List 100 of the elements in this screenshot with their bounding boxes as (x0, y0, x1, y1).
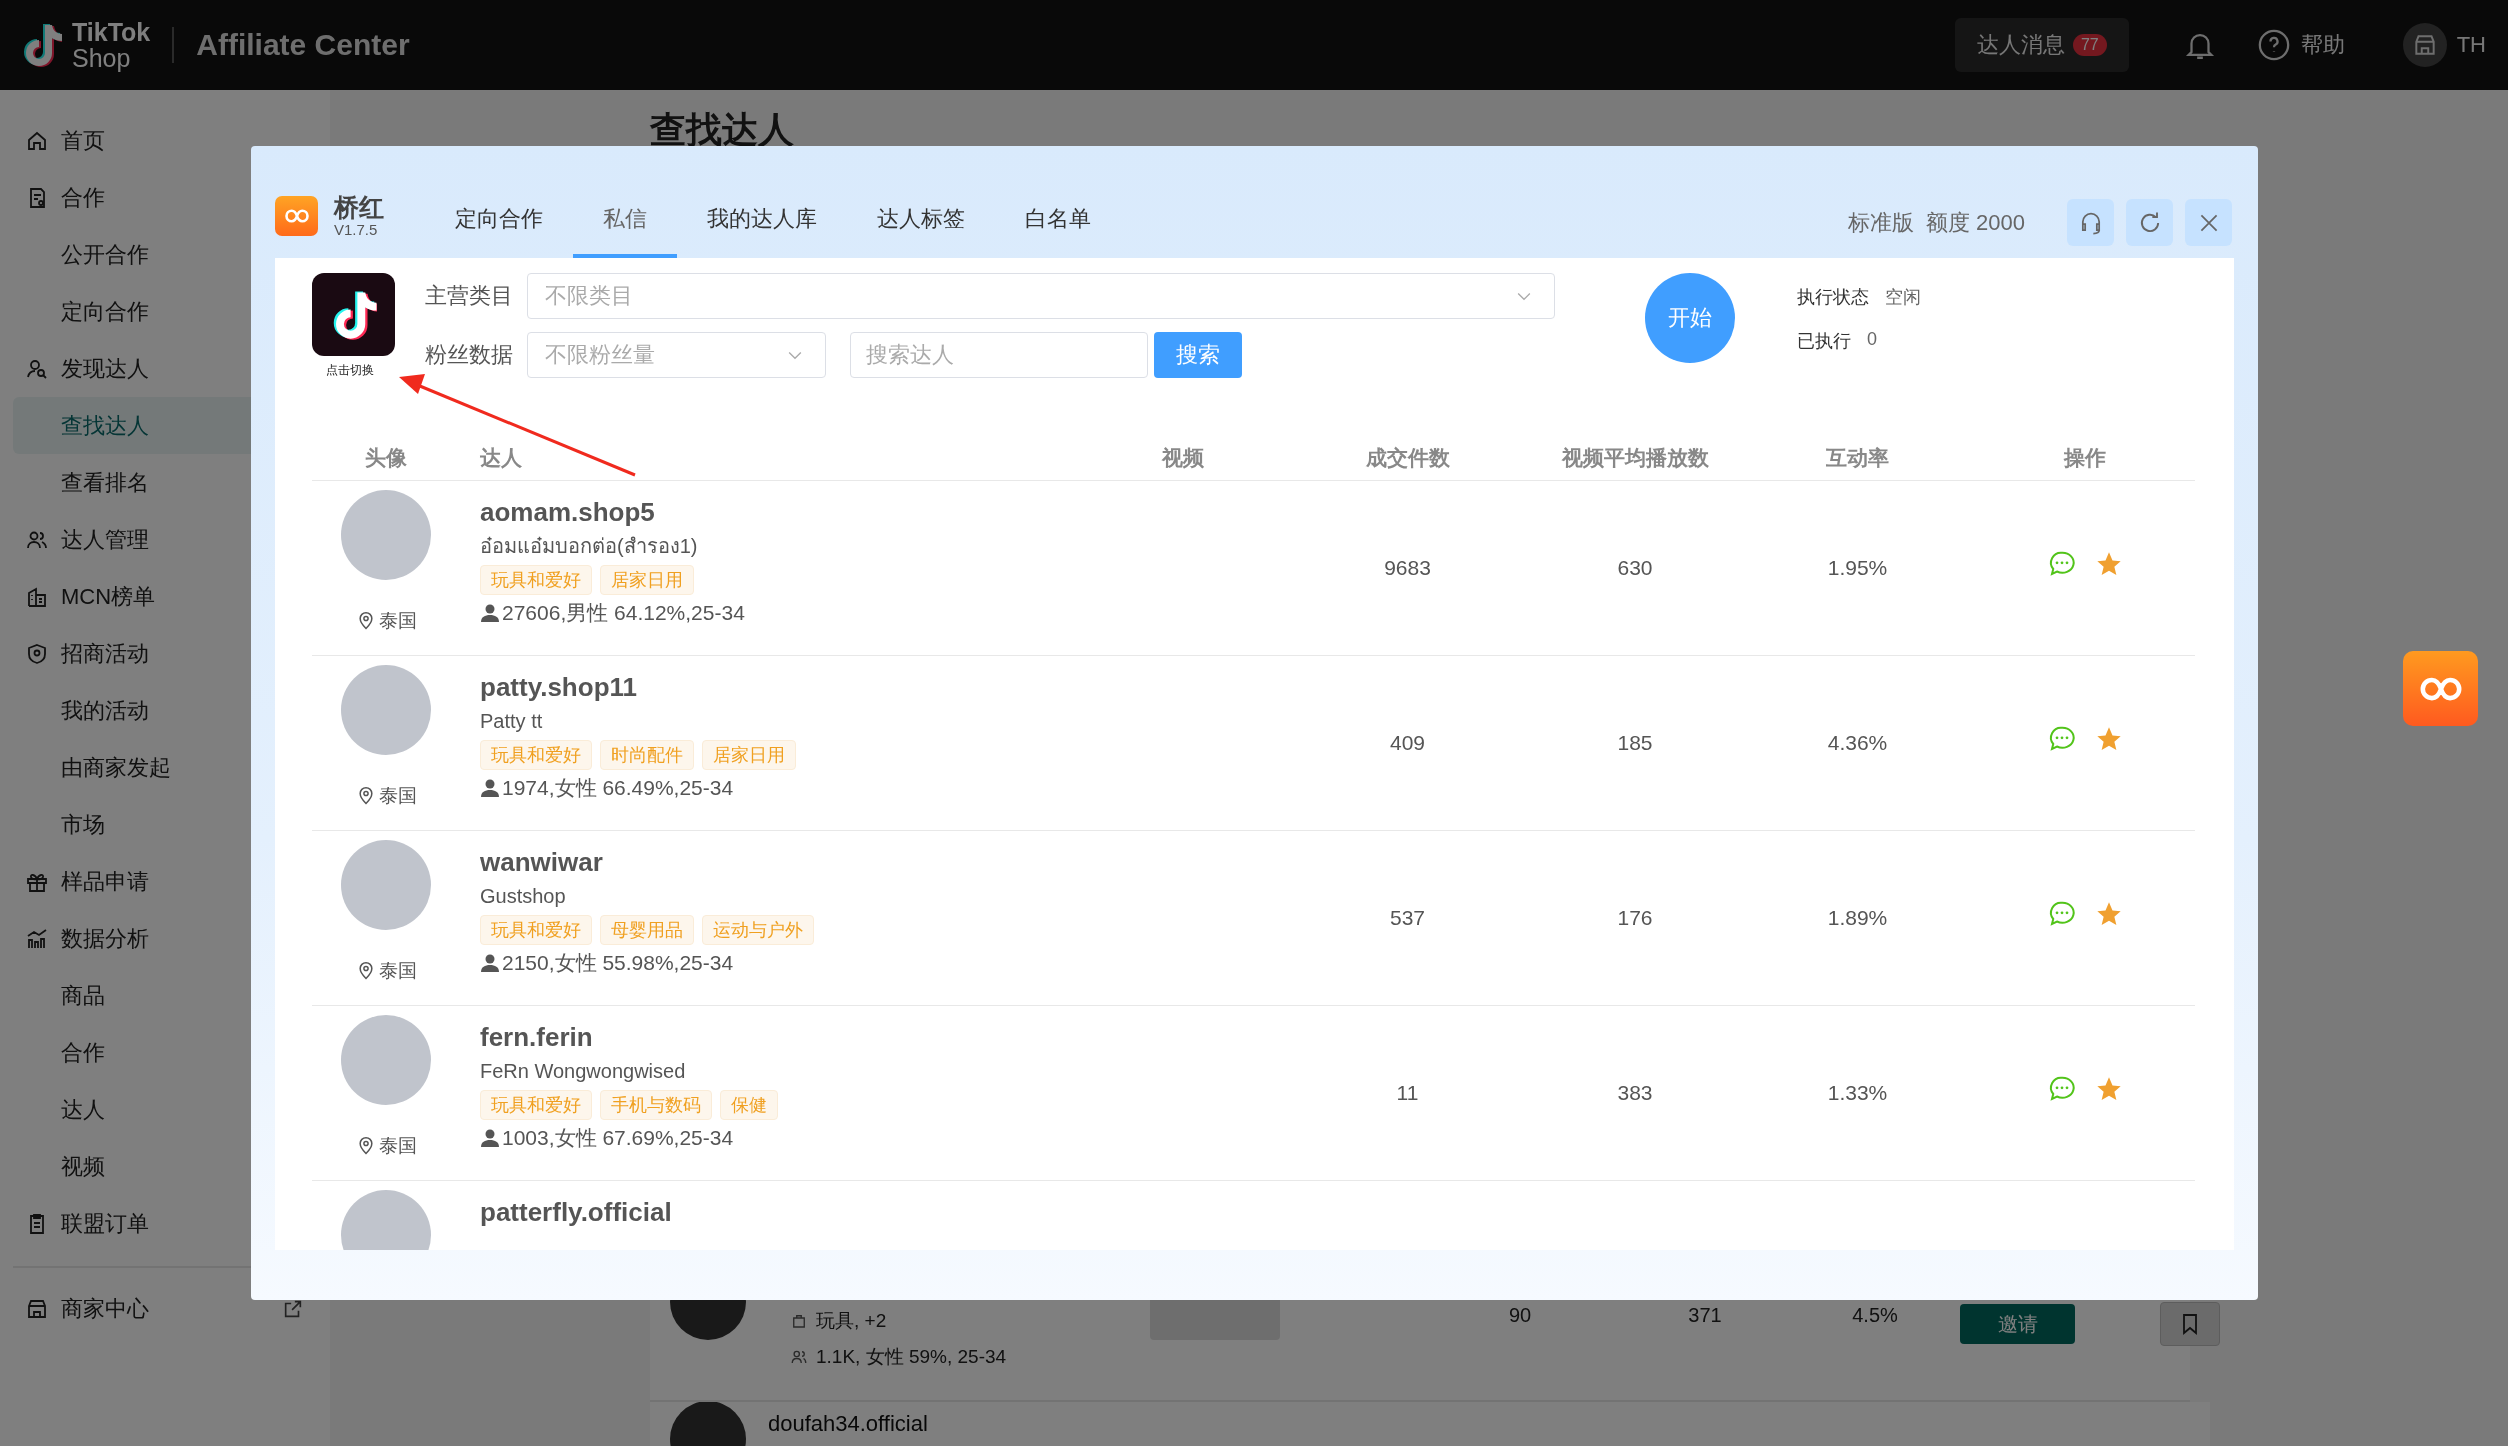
help-icon[interactable] (2256, 28, 2291, 62)
category-tag: 时尚配件 (600, 740, 694, 770)
table-cell: 176 (1617, 906, 1653, 930)
table-cell: 383 (1617, 1081, 1653, 1105)
nav-icon (25, 926, 49, 951)
tab[interactable]: 定向合作 (425, 188, 573, 258)
column-header: 互动率 (1740, 435, 1975, 481)
audience-text: 1.1K, 女性 59%, 25-34 (816, 1345, 1007, 1369)
category-tag: 玩具和爱好 (480, 915, 592, 945)
quota-text: 额度 2000 (1925, 208, 2025, 237)
location-text: 泰国 (378, 609, 417, 633)
table-cell: 1.89% (1827, 906, 1888, 930)
close-button[interactable] (2185, 199, 2232, 246)
column-header: 视频 (1080, 435, 1285, 481)
page-title: 查找达人 (650, 110, 795, 150)
person-icon (480, 778, 500, 798)
table-cell: 11 (1396, 1081, 1419, 1105)
people-icon (790, 1348, 808, 1366)
star-icon[interactable] (2095, 550, 2123, 578)
status-label: 执行状态 (1797, 286, 1869, 309)
support-button[interactable] (2067, 199, 2114, 246)
column-header: 视频平均播放数 (1530, 435, 1740, 481)
column-header: 头像 (312, 435, 460, 481)
category-tag: 母婴用品 (600, 915, 694, 945)
plan-text: 标准版 (1847, 208, 1914, 237)
category-tag: 居家日用 (702, 740, 796, 770)
audience-text: 2150,女性 55.98%,25-34 (502, 950, 734, 976)
tab[interactable]: 白名单 (995, 188, 1121, 258)
audience-text: 1003,女性 67.69%,25-34 (502, 1125, 734, 1151)
messages-button[interactable]: 达人消息 77 (1954, 18, 2129, 72)
table-cell: 9683 (1384, 556, 1431, 580)
app-switch-button[interactable] (312, 273, 395, 356)
table-cell: 630 (1617, 556, 1653, 580)
filter-label: 主营类目 (425, 282, 514, 310)
table-cell-text: 371 (1687, 1303, 1723, 1327)
table-cell-text: 4.5% (1851, 1303, 1899, 1327)
category-tag: 运动与户外 (702, 915, 814, 945)
table-cell-text: 90 (1507, 1303, 1533, 1327)
filter-label: 粉丝数据 (425, 341, 514, 369)
tiktok-note-icon (22, 21, 62, 69)
creator-name[interactable]: patterfly.official (480, 1196, 1080, 1228)
star-icon[interactable] (2095, 1075, 2123, 1103)
category-tag: 玩具和爱好 (480, 1090, 592, 1120)
creator-name[interactable]: patty.shop11 (480, 671, 1080, 703)
column-header: 达人 (460, 435, 1080, 481)
table-cell: 537 (1389, 906, 1425, 930)
location-text: 泰国 (378, 959, 417, 983)
start-button[interactable]: 开始 (1645, 273, 1735, 363)
creator-nickname: Gustshop (480, 884, 567, 909)
location-text: 泰国 (378, 784, 417, 808)
audience-text: 1974,女性 66.49%,25-34 (502, 775, 734, 801)
category-tag: 手机与数码 (600, 1090, 712, 1120)
invite-button[interactable]: 邀请 (1960, 1304, 2075, 1344)
category-text: 玩具, +2 (816, 1309, 887, 1333)
column-header: 操作 (1975, 435, 2195, 481)
creator-nickname: อ๋อมแอ๋มบอกต่อ(สำรอง1) (480, 534, 699, 559)
status-label: 已执行 (1797, 330, 1851, 353)
app-version: V1.7.5 (334, 221, 379, 238)
creator-name[interactable]: aomam.shop5 (480, 496, 1080, 528)
table-cell: 409 (1389, 731, 1425, 755)
category-tag: 保健 (720, 1090, 778, 1120)
table-cell: 4.36% (1827, 731, 1888, 755)
location-text: 泰国 (378, 1134, 417, 1158)
search-field[interactable]: 搜索达人 (850, 332, 1148, 378)
nav-item[interactable]: 首页 (13, 112, 330, 169)
app-name: 桥红 (334, 193, 384, 221)
bookmark-button[interactable] (2160, 1302, 2220, 1346)
nav-item[interactable]: 商家中心 (13, 1280, 330, 1337)
column-header: 成交件数 (1285, 435, 1530, 481)
person-icon (480, 953, 500, 973)
creator-name[interactable]: fern.ferin (480, 1021, 1080, 1053)
avatar[interactable] (2402, 23, 2447, 67)
category-tag: 玩具和爱好 (480, 740, 592, 770)
table-cell: 185 (1617, 731, 1653, 755)
logo-text: TikTok (72, 19, 151, 45)
help-link[interactable]: 帮助 (2300, 30, 2345, 60)
audience-text: 27606,男性 64.12%,25-34 (502, 600, 745, 626)
star-icon[interactable] (2095, 900, 2123, 928)
tab[interactable]: 达人标签 (847, 188, 995, 258)
creator-nickname: Patty tt (480, 709, 544, 734)
count-badge: 77 (2072, 34, 2107, 56)
launcher-button[interactable] (2403, 651, 2478, 726)
switch-hint: 点击切换 (326, 362, 374, 379)
tab[interactable]: 我的达人库 (677, 188, 847, 258)
refresh-button[interactable] (2126, 199, 2173, 246)
search-button[interactable]: 搜索 (1154, 332, 1242, 378)
user-name[interactable]: TH (2456, 32, 2486, 58)
creator-name[interactable]: wanwiwar (480, 846, 1080, 878)
person-icon (480, 1128, 500, 1148)
bag-icon (790, 1312, 808, 1330)
status-value: 0 (1867, 329, 1877, 351)
category-tag: 玩具和爱好 (480, 565, 592, 595)
creator-name: doufah34.official (768, 1411, 928, 1437)
app-title: Affiliate Center (196, 28, 410, 62)
creator-nickname: FeRn Wongwongwised (480, 1059, 687, 1084)
logo-text: Shop (72, 45, 132, 71)
table-cell: 1.33% (1827, 1081, 1888, 1105)
person-icon (480, 603, 500, 623)
nav-icon (25, 641, 49, 666)
star-icon[interactable] (2095, 725, 2123, 753)
